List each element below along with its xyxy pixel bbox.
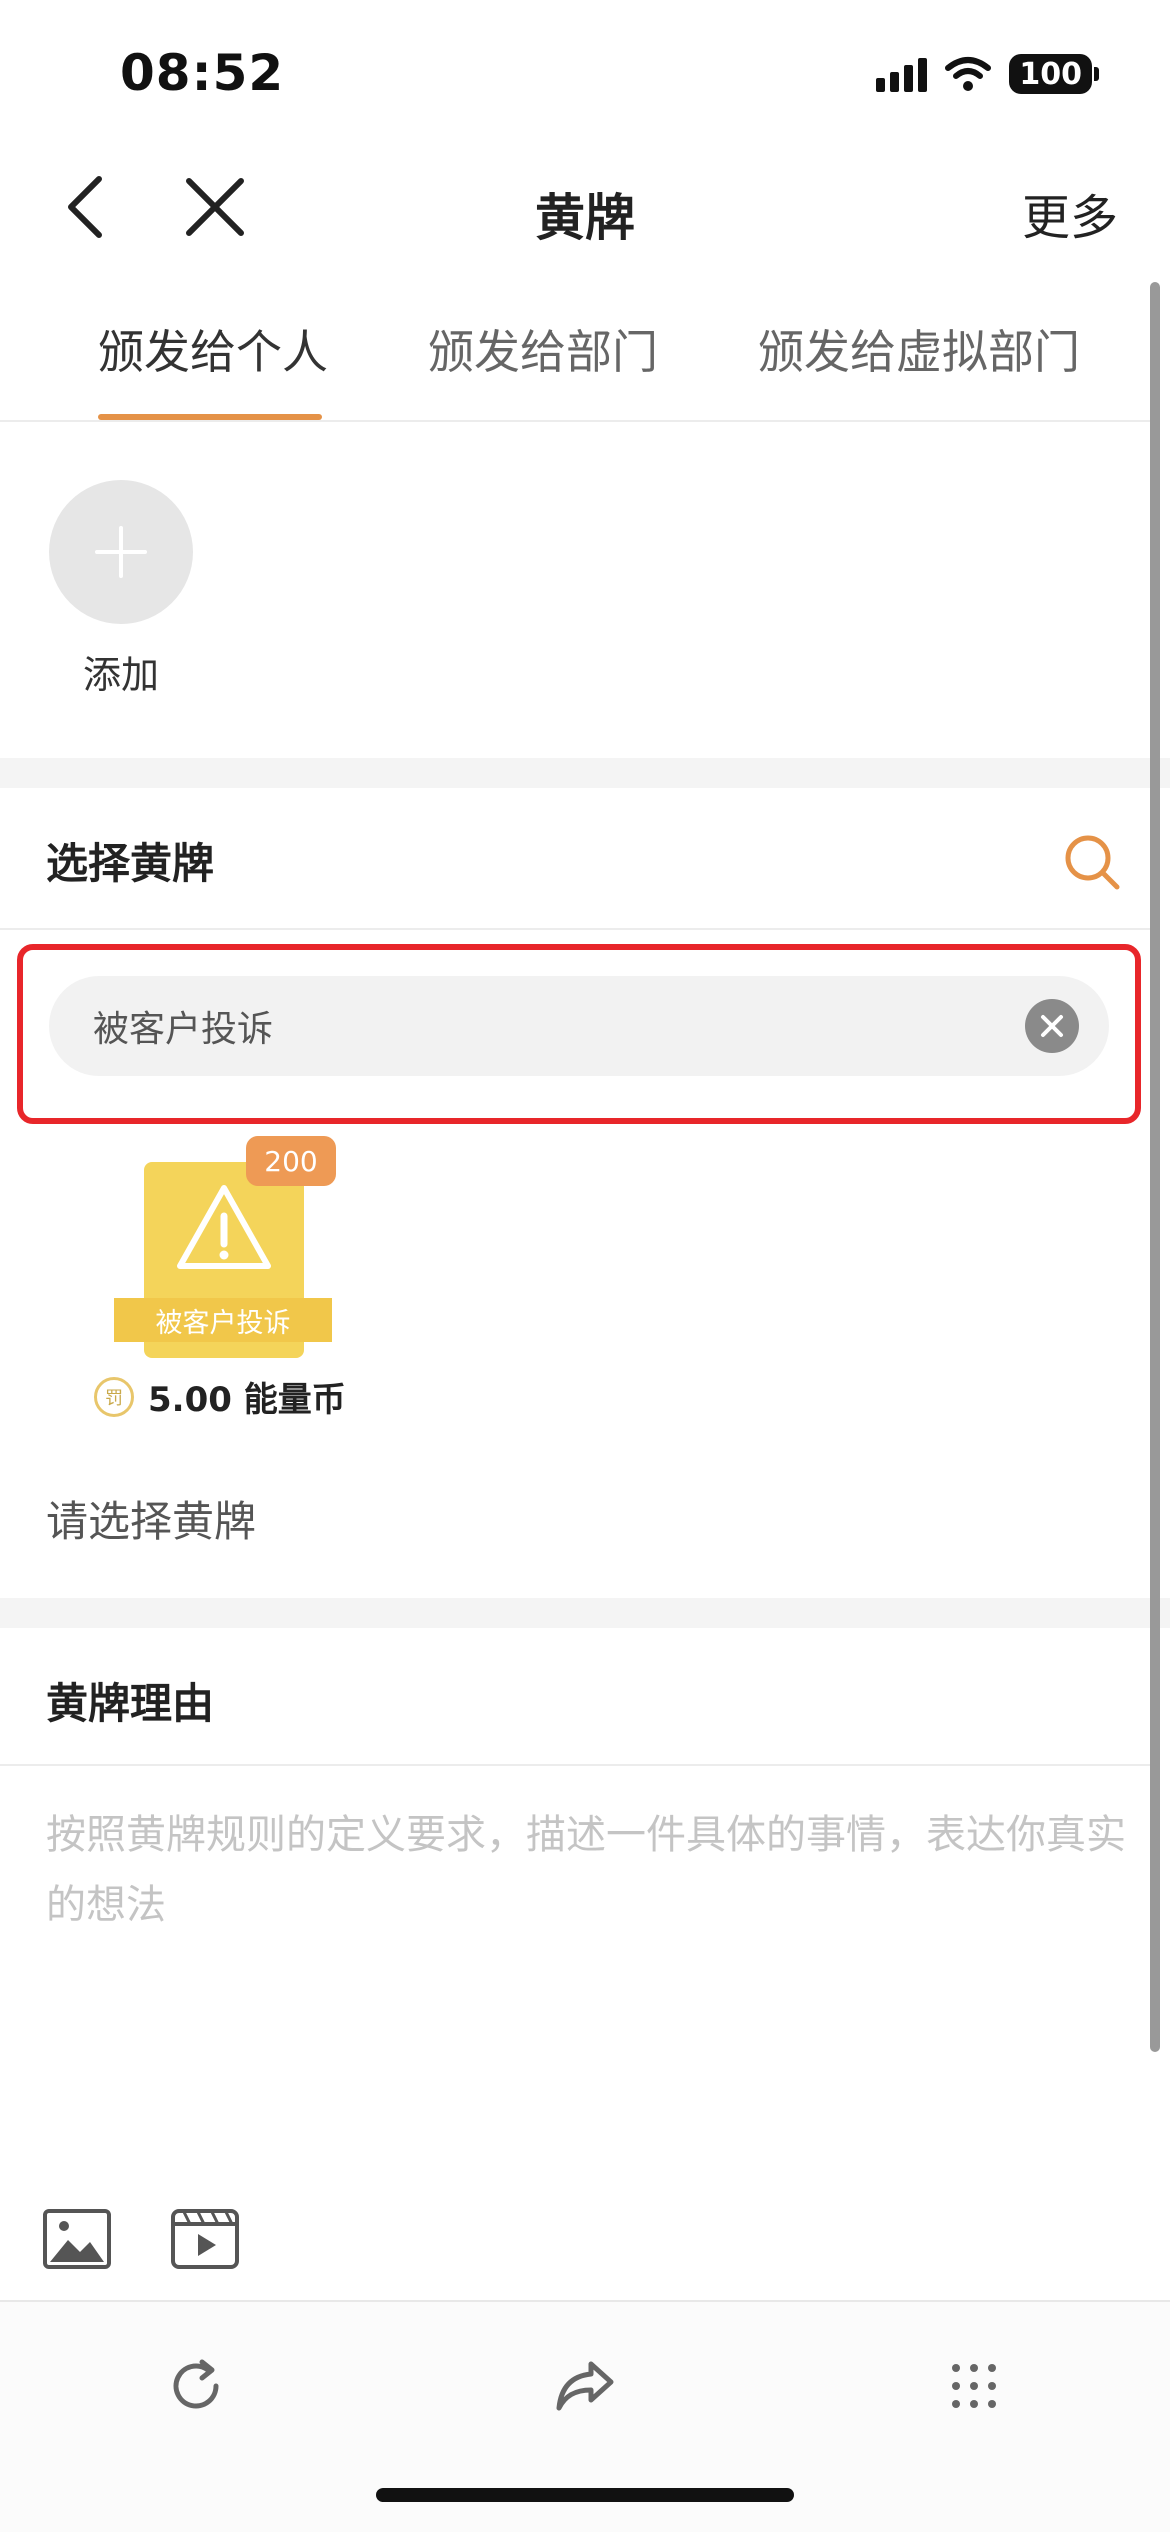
more-dots-icon	[952, 2364, 996, 2408]
signal-icon	[876, 56, 928, 92]
battery-level: 100	[1019, 56, 1082, 92]
image-icon	[43, 2209, 111, 2269]
select-badge-hint: 请选择黄牌	[46, 1497, 257, 1546]
tab-bar: 颁发给个人 颁发给部门 颁发给虚拟部门	[0, 280, 1150, 422]
clear-icon	[1041, 1015, 1063, 1037]
select-badge-title: 选择黄牌	[46, 839, 215, 888]
reason-header: 黄牌理由	[0, 1628, 1150, 1766]
close-icon	[186, 178, 244, 236]
add-image-button[interactable]	[42, 2208, 112, 2270]
scrollbar[interactable]	[1150, 282, 1160, 2052]
add-recipient-section: 添加	[0, 424, 1150, 758]
more-options-button[interactable]	[934, 2346, 1014, 2426]
add-recipient-button[interactable]	[49, 480, 193, 624]
clear-search-button[interactable]	[1025, 999, 1079, 1053]
more-button[interactable]: 更多	[1022, 178, 1118, 248]
badge-search-input[interactable]	[93, 976, 993, 1076]
nav-bar: 黄牌 更多	[0, 150, 1170, 270]
tab-department[interactable]: 颁发给部门	[428, 316, 658, 382]
badge-name: 被客户投诉	[114, 1298, 332, 1342]
badge-option[interactable]: 被客户投诉 200 罚 5.00 能量币	[94, 1136, 364, 1426]
badge-count: 200	[246, 1136, 336, 1186]
tab-virtual-department[interactable]: 颁发给虚拟部门	[758, 316, 1080, 382]
media-bar	[42, 2208, 240, 2270]
reason-title: 黄牌理由	[46, 1679, 215, 1728]
badge-search-field	[49, 976, 1109, 1076]
search-icon	[1065, 835, 1120, 890]
status-icons: 100	[876, 54, 1099, 94]
badge-price-text: 5.00 能量币	[148, 1380, 346, 1420]
badge-price: 罚 5.00 能量币	[94, 1372, 346, 1421]
warning-icon	[177, 1185, 271, 1269]
reason-input[interactable]: 按照黄牌规则的定义要求，描述一件具体的事情，表达你真实的想法	[46, 1800, 1136, 1940]
penalty-coin-icon: 罚	[94, 1376, 134, 1417]
plus-icon	[95, 526, 147, 578]
back-icon	[68, 176, 102, 238]
share-icon	[556, 2361, 614, 2411]
wifi-icon	[945, 57, 992, 91]
search-button[interactable]	[1054, 824, 1130, 900]
home-indicator	[376, 2488, 794, 2502]
page-title: 黄牌	[535, 189, 635, 247]
share-button[interactable]	[545, 2346, 625, 2426]
section-divider	[0, 1598, 1170, 1628]
video-icon	[171, 2209, 239, 2269]
tab-individual[interactable]: 颁发给个人	[98, 316, 328, 382]
active-tab-indicator	[98, 414, 322, 420]
close-button[interactable]	[180, 172, 250, 242]
search-highlight-box	[17, 944, 1141, 1124]
add-label: 添加	[82, 653, 159, 697]
section-divider	[0, 758, 1170, 788]
status-bar: 08:52 100	[0, 0, 1170, 150]
add-video-button[interactable]	[170, 2208, 240, 2270]
battery-indicator: 100	[1009, 54, 1099, 94]
status-time: 08:52	[120, 44, 285, 102]
refresh-icon	[173, 2359, 219, 2409]
refresh-button[interactable]	[156, 2346, 236, 2426]
select-badge-header: 选择黄牌	[0, 788, 1150, 930]
back-button[interactable]	[50, 172, 120, 242]
